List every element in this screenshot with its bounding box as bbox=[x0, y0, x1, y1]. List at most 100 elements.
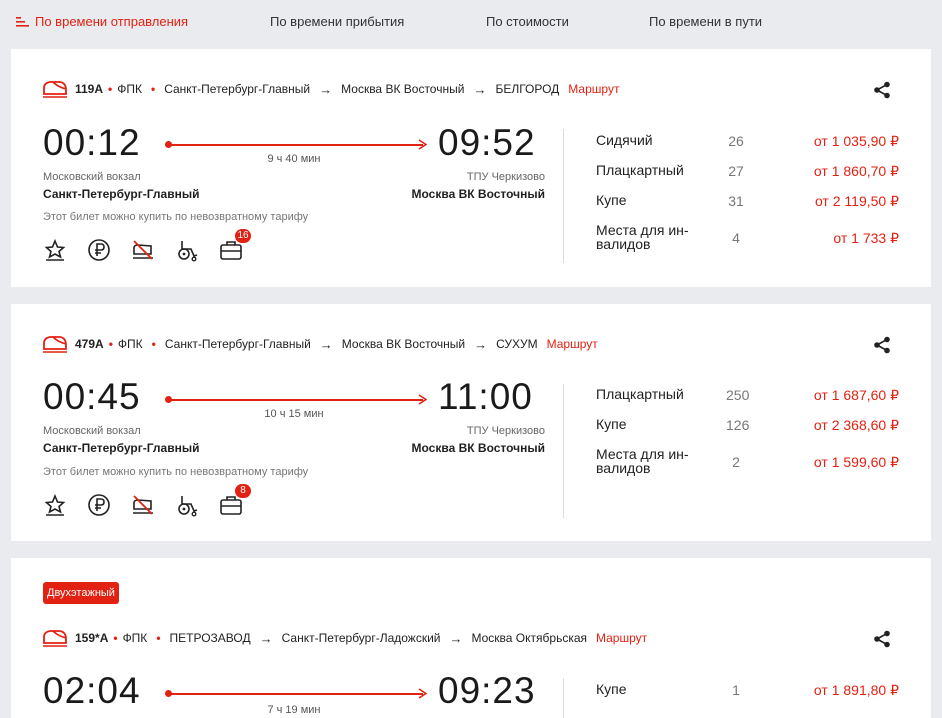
fare-name: Сидячий bbox=[596, 132, 653, 148]
route-station: Москва ВК Восточный bbox=[341, 82, 465, 96]
arrival-station-hint: ТПУ Черкизово bbox=[466, 171, 545, 183]
duration: 10 ч 15 мин bbox=[264, 408, 324, 420]
fare-row[interactable]: Места для ин- валидов 2 от 1 599,60 ₽ bbox=[596, 447, 899, 481]
fare-price: от 2 119,50 ₽ bbox=[814, 193, 899, 209]
train-card: Двухэтажный 159*А • ФПК • ПЕТРОЗАВОД → Санк… bbox=[11, 558, 931, 718]
arrow-right-icon: → bbox=[319, 336, 333, 352]
separator-dot: • bbox=[150, 82, 156, 96]
arrow-right-icon: → bbox=[473, 81, 487, 97]
nonrefundable-note: Этот билет можно купить по невозвратному… bbox=[43, 466, 309, 478]
separator-dot: • bbox=[113, 631, 118, 645]
double-deck-tag: Двухэтажный bbox=[43, 582, 119, 604]
fare-seats: 2 bbox=[732, 454, 740, 470]
separator-dot: • bbox=[156, 631, 161, 645]
carrier: ФПК bbox=[122, 631, 148, 645]
fare-name: Места для ин- валидов bbox=[596, 222, 689, 252]
arrival-station-hint: ТПУ Черкизово bbox=[466, 425, 545, 437]
route-station: Москва Октябрьская bbox=[471, 631, 588, 645]
train-number: 159*А bbox=[75, 631, 109, 645]
fare-seats: 250 bbox=[726, 387, 750, 403]
wheelchair-icon[interactable] bbox=[175, 493, 199, 517]
sort-label: По времени отправления bbox=[35, 14, 189, 29]
train-icon bbox=[43, 81, 67, 98]
fare-seats: 126 bbox=[726, 417, 750, 433]
fare-name: Купе bbox=[596, 416, 627, 432]
fare-row[interactable]: Плацкартный 250 от 1 687,60 ₽ bbox=[596, 387, 899, 407]
route-station: СУХУМ bbox=[496, 337, 538, 351]
train-card: 479А • ФПК • Санкт-Петербург-Главный → Моск… bbox=[11, 304, 931, 541]
train-number: 119А bbox=[75, 82, 104, 96]
arrival-time: 11:00 bbox=[438, 376, 533, 417]
fare-seats: 26 bbox=[728, 133, 744, 149]
separator-dot: • bbox=[151, 337, 156, 351]
arrival-station: Москва ВК Восточный bbox=[411, 187, 546, 201]
fare-seats: 1 bbox=[732, 682, 740, 698]
no-bedding-icon[interactable] bbox=[131, 238, 155, 262]
route-line bbox=[165, 139, 427, 151]
fare-row[interactable]: Купе 1 от 1 891,80 ₽ bbox=[596, 682, 899, 702]
sort-by-price[interactable]: По стоимости bbox=[486, 14, 569, 29]
fare-row[interactable]: Купе 126 от 2 368,60 ₽ bbox=[596, 417, 899, 437]
train-number: 479А bbox=[75, 337, 104, 351]
train-card: 119А • ФПК • Санкт-Петербург-Главный → Моск… bbox=[11, 49, 931, 287]
departure-station: Санкт-Петербург-Главный bbox=[43, 187, 200, 201]
sort-label: По времени прибытия bbox=[270, 14, 405, 29]
separator-dot: • bbox=[108, 82, 113, 96]
ruble-icon[interactable] bbox=[87, 493, 111, 517]
fare-row[interactable]: Места для ин- валидов 4 от 1 733 ₽ bbox=[596, 223, 899, 257]
departure-station: Санкт-Петербург-Главный bbox=[43, 441, 200, 455]
fare-row[interactable]: Плацкартный 27 от 1 860,70 ₽ bbox=[596, 163, 899, 183]
fare-name: Плацкартный bbox=[596, 386, 684, 402]
share-icon[interactable] bbox=[873, 630, 891, 648]
no-bedding-icon[interactable] bbox=[131, 493, 155, 517]
fare-seats: 31 bbox=[728, 193, 744, 209]
sort-label: По времени в пути bbox=[649, 14, 763, 29]
wheelchair-icon[interactable] bbox=[175, 238, 199, 262]
star-rating-icon[interactable] bbox=[43, 493, 67, 517]
fare-seats: 27 bbox=[728, 163, 744, 179]
ruble-icon[interactable] bbox=[87, 238, 111, 262]
sort-by-duration[interactable]: По времени в пути bbox=[649, 14, 762, 29]
divider bbox=[563, 678, 564, 718]
star-rating-icon[interactable] bbox=[43, 238, 67, 262]
route-link[interactable]: Маршрут bbox=[547, 337, 598, 351]
fare-row[interactable]: Купе 31 от 2 119,50 ₽ bbox=[596, 193, 899, 213]
fare-price: от 1 599,60 ₽ bbox=[813, 454, 899, 470]
carrier: ФПК bbox=[117, 82, 142, 96]
fare-seats: 4 bbox=[732, 230, 740, 246]
fare-price: от 1 035,90 ₽ bbox=[813, 133, 899, 149]
fare-row[interactable]: Сидячий 26 от 1 035,90 ₽ bbox=[596, 133, 899, 153]
route-link[interactable]: Маршрут bbox=[568, 82, 619, 96]
arrow-right-icon: → bbox=[259, 630, 273, 646]
amenities: 16 bbox=[43, 229, 263, 262]
arrow-head-icon bbox=[418, 688, 427, 699]
route-station: Санкт-Петербург-Ладожский bbox=[281, 631, 441, 645]
carrier: ФПК bbox=[117, 337, 143, 351]
fare-price: от 1 733 ₽ bbox=[833, 230, 899, 246]
share-icon[interactable] bbox=[873, 336, 891, 354]
sort-by-arrival[interactable]: По времени прибытия bbox=[270, 14, 404, 29]
sort-lines-icon bbox=[16, 17, 29, 27]
fare-name: Места для ин- валидов bbox=[596, 446, 689, 476]
train-icon bbox=[43, 336, 67, 353]
luggage-icon[interactable]: 16 bbox=[219, 229, 251, 262]
route-station: Санкт-Петербург-Главный bbox=[164, 337, 311, 351]
route-station: Москва ВК Восточный bbox=[341, 337, 466, 351]
luggage-icon[interactable]: 8 bbox=[219, 484, 251, 517]
route-link[interactable]: Маршрут bbox=[596, 631, 647, 645]
route-station: БЕЛГОРОД bbox=[495, 82, 560, 96]
sort-by-departure[interactable]: По времени отправления bbox=[16, 14, 188, 29]
sort-label: По стоимости bbox=[486, 14, 569, 29]
departure-time: 00:45 bbox=[43, 376, 141, 417]
fare-name: Купе bbox=[596, 681, 627, 697]
train-icon bbox=[43, 630, 67, 647]
fare-name: Плацкартный bbox=[596, 162, 684, 178]
departure-station-hint: Московский вокзал bbox=[43, 425, 141, 437]
arrow-right-icon: → bbox=[449, 630, 463, 646]
train-header: 159*А • ФПК • ПЕТРОЗАВОД → Санкт-Петербург-… bbox=[43, 628, 647, 648]
duration: 9 ч 40 мин bbox=[267, 153, 321, 165]
departure-station-hint: Московский вокзал bbox=[43, 171, 141, 183]
arrow-right-icon: → bbox=[474, 336, 488, 352]
fare-price: от 2 368,60 ₽ bbox=[813, 417, 899, 433]
share-icon[interactable] bbox=[873, 81, 891, 99]
